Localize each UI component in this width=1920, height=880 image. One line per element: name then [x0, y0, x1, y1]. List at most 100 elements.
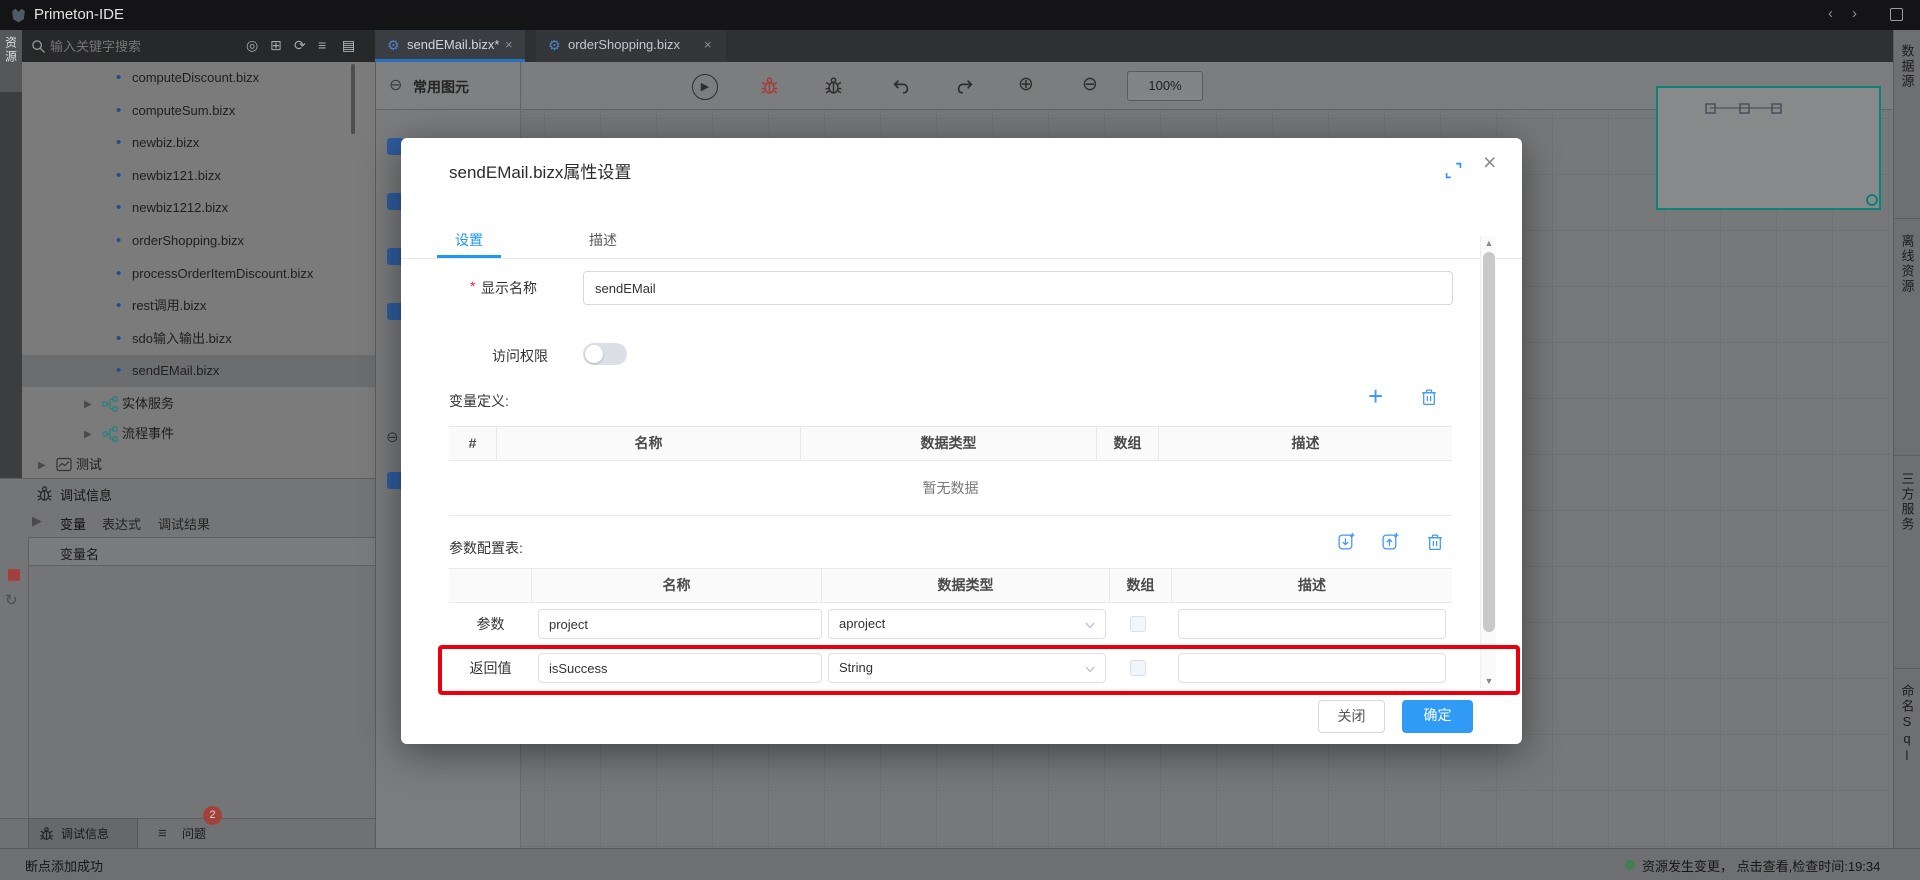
- dialog-tab-settings[interactable]: 设置: [437, 230, 501, 250]
- delete-param-icon[interactable]: [1426, 533, 1444, 551]
- debug-tab-variables[interactable]: 变量: [60, 514, 86, 539]
- param-array-checkbox[interactable]: [1130, 616, 1146, 632]
- zoom-out-icon[interactable]: ⊖: [1082, 73, 1098, 96]
- bottom-tab-problems[interactable]: ≡ 问题: [150, 819, 250, 849]
- dialog-scrollbar[interactable]: ▲ ▼: [1480, 236, 1496, 688]
- bizx-bullet-icon: •: [116, 258, 121, 290]
- debug-settings-icon[interactable]: [824, 76, 843, 95]
- rail-tab-offline-resources[interactable]: 离线资源: [1894, 234, 1920, 297]
- dialog-close-icon[interactable]: ×: [1483, 151, 1496, 174]
- delete-variable-icon[interactable]: [1420, 388, 1438, 406]
- bizx-bullet-icon: •: [116, 323, 121, 355]
- new-resource-icon[interactable]: ⊞: [270, 37, 282, 54]
- bizx-gear-icon: ⚙: [548, 37, 561, 54]
- ai-assist-icon[interactable]: ◎: [246, 37, 258, 54]
- rail-tab-named-sql[interactable]: 命名Sql: [1894, 684, 1920, 768]
- debug-panel: 调试信息 ▶ 变量 表达式 调试结果 变量名 ↻: [0, 478, 375, 818]
- debug-restart-icon[interactable]: ↻: [5, 591, 18, 609]
- collapse-icon[interactable]: ⊖: [386, 428, 399, 446]
- tree-scrollbar[interactable]: [351, 64, 355, 134]
- col-datatype: 数据类型: [801, 427, 1097, 460]
- nav-back-icon[interactable]: ‹: [1828, 4, 1833, 24]
- tree-item[interactable]: •computeDiscount.bizx: [22, 62, 375, 94]
- editor-tab-sendemail[interactable]: ⚙ sendEMail.bizx* ×: [375, 30, 525, 62]
- tree-item-selected[interactable]: •sendEMail.bizx: [22, 355, 375, 387]
- access-permission-toggle[interactable]: [583, 343, 627, 365]
- debug-tab-results[interactable]: 调试结果: [158, 514, 210, 533]
- export-params-icon[interactable]: [1381, 532, 1400, 551]
- docs-icon[interactable]: ▤: [342, 37, 355, 54]
- scroll-down-icon[interactable]: ▼: [1481, 676, 1497, 686]
- minimap[interactable]: [1656, 86, 1881, 210]
- collapse-icon[interactable]: ⊖: [389, 75, 402, 95]
- display-name-label: 显示名称: [481, 278, 537, 298]
- zoom-in-icon[interactable]: ⊕: [1018, 73, 1034, 96]
- rail-tab-thirdparty-services[interactable]: 三方服务: [1894, 472, 1920, 535]
- dialog-tab-description[interactable]: 描述: [571, 230, 635, 250]
- close-button[interactable]: 关闭: [1318, 700, 1385, 733]
- undo-icon[interactable]: [890, 78, 912, 95]
- tree-item[interactable]: •newbiz.bizx: [22, 127, 375, 159]
- debug-tabs-row: ▶ 变量 表达式 调试结果: [0, 508, 375, 537]
- param-type-select[interactable]: aproject: [828, 609, 1106, 639]
- param-desc-input[interactable]: [1178, 609, 1446, 639]
- tab-close-icon[interactable]: ×: [505, 37, 513, 52]
- param-array-checkbox[interactable]: [1130, 660, 1146, 676]
- param-name-input[interactable]: [538, 653, 822, 683]
- editor-tab-label: orderShopping.bizx: [568, 37, 680, 52]
- param-desc-input[interactable]: [1178, 653, 1446, 683]
- minimap-handle-icon[interactable]: [1866, 194, 1878, 206]
- scroll-up-icon[interactable]: ▲: [1481, 238, 1497, 248]
- search-icon: [31, 39, 46, 54]
- bottom-tab-debug-label: 调试信息: [61, 819, 109, 849]
- tree-item[interactable]: •rest调用.bizx: [22, 290, 375, 322]
- debug-tab-expressions[interactable]: 表达式: [102, 514, 141, 533]
- sort-list-icon[interactable]: ≡: [318, 37, 326, 53]
- debug-stop-icon[interactable]: [8, 569, 20, 581]
- debug-resume-icon[interactable]: ▶: [32, 513, 42, 529]
- nav-forward-icon[interactable]: ›: [1852, 4, 1857, 24]
- tree-item[interactable]: •processOrderItemDiscount.bizx: [22, 258, 375, 290]
- debug-run-icon[interactable]: [760, 76, 779, 95]
- rail-tab-datasource[interactable]: 数据源: [1894, 44, 1920, 92]
- tree-item[interactable]: •sdo输入输出.bizx: [22, 323, 375, 355]
- rail-divider: [1894, 668, 1920, 669]
- tree-item[interactable]: •newbiz121.bizx: [22, 160, 375, 192]
- palette-header[interactable]: ⊖ 常用图元: [376, 62, 521, 110]
- tree-item[interactable]: •computeSum.bizx: [22, 95, 375, 127]
- redo-icon[interactable]: [954, 78, 976, 95]
- dialog-expand-icon[interactable]: [1445, 162, 1462, 179]
- zoom-level-display[interactable]: 100%: [1127, 71, 1203, 101]
- tab-close-icon[interactable]: ×: [704, 37, 712, 52]
- rail-tab-resources[interactable]: 资源: [0, 30, 22, 92]
- display-name-input[interactable]: [583, 271, 1453, 305]
- debug-bug-icon: [39, 826, 54, 841]
- tree-item[interactable]: •orderShopping.bizx: [22, 225, 375, 257]
- expand-arrow-icon: ▶: [38, 452, 46, 479]
- tree-group-test[interactable]: ▶ 测试: [22, 451, 375, 478]
- editor-tab-ordershopping[interactable]: ⚙ orderShopping.bizx ×: [536, 30, 726, 62]
- ok-button[interactable]: 确定: [1402, 700, 1473, 733]
- tree-item[interactable]: •newbiz1212.bizx: [22, 192, 375, 224]
- param-name-input[interactable]: [538, 609, 822, 639]
- editor-tab-label: sendEMail.bizx*: [407, 37, 500, 52]
- import-params-icon[interactable]: [1337, 532, 1356, 551]
- left-tool-rail: 资源: [0, 30, 22, 478]
- search-input[interactable]: [50, 35, 240, 57]
- col-kind: [449, 569, 532, 602]
- expand-arrow-icon: ▶: [84, 420, 92, 450]
- bizx-bullet-icon: •: [116, 192, 121, 224]
- col-description: 描述: [1159, 427, 1452, 460]
- bottom-tab-debug[interactable]: 调试信息: [28, 819, 138, 849]
- param-type-select[interactable]: String: [828, 653, 1106, 683]
- run-icon[interactable]: ▶: [692, 74, 718, 100]
- window-layout-icon[interactable]: [1890, 8, 1903, 21]
- scrollbar-thumb[interactable]: [1483, 252, 1495, 632]
- tree-group-entity-services[interactable]: ▶ 实体服务: [22, 389, 375, 419]
- refresh-icon[interactable]: ⟳: [294, 37, 306, 54]
- tree-group-process-events[interactable]: ▶ 流程事件: [22, 419, 375, 449]
- resource-changed-message[interactable]: 资源发生变更， 点击查看,检查时间:19:34: [1642, 856, 1880, 875]
- bizx-bullet-icon: •: [116, 225, 121, 257]
- add-variable-icon[interactable]: +: [1368, 383, 1383, 409]
- col-array: 数组: [1097, 427, 1159, 460]
